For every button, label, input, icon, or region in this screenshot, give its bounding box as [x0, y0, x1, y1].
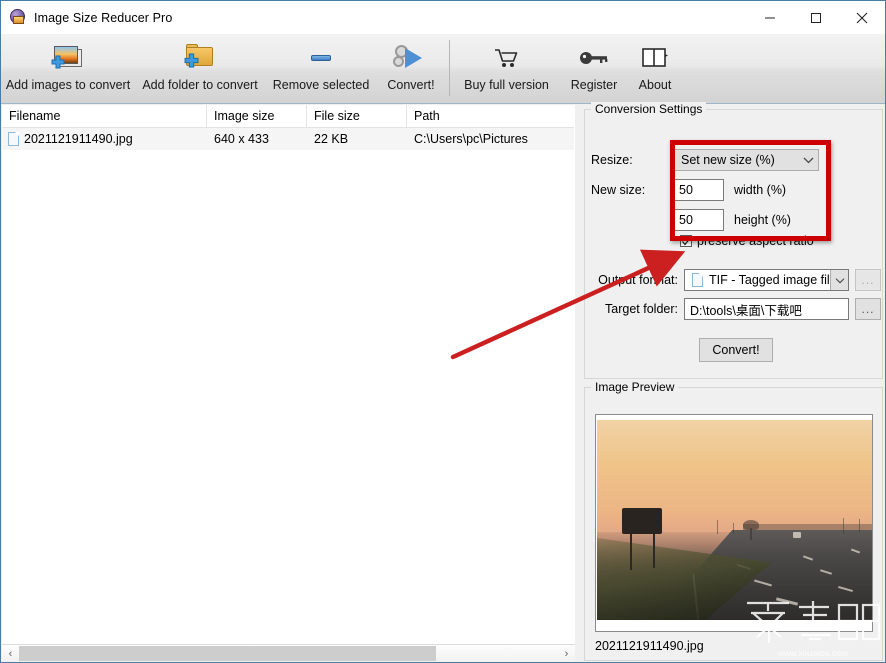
preserve-aspect-ratio-label: preserve aspect ratio: [697, 234, 814, 248]
main-toolbar: Add images to convert Add folder to conv…: [1, 34, 885, 104]
resize-mode-select[interactable]: Set new size (%): [673, 149, 819, 171]
window-controls: [747, 1, 885, 34]
width-input[interactable]: 50: [673, 179, 724, 201]
target-folder-value: D:\tools\桌面\下载吧: [690, 300, 802, 319]
file-document-icon: [692, 273, 703, 287]
scrollbar-thumb[interactable]: [19, 646, 436, 661]
target-folder-label: Target folder:: [585, 302, 678, 316]
preserve-aspect-ratio-checkbox[interactable]: preserve aspect ratio: [680, 234, 814, 248]
scroll-right-arrow-icon[interactable]: ›: [558, 645, 575, 662]
add-images-to-convert-button[interactable]: Add images to convert: [1, 34, 135, 102]
minimize-button[interactable]: [747, 1, 793, 34]
chevron-down-icon: [798, 150, 818, 170]
file-list-header: Filename Image size File size Path: [2, 105, 574, 128]
title-bar: Image Size Reducer Pro: [1, 1, 885, 34]
window-title: Image Size Reducer Pro: [34, 11, 172, 25]
about-button[interactable]: About: [629, 34, 681, 102]
conversion-settings-group: Conversion Settings Resize: Set new size…: [584, 109, 883, 379]
toolbar-label: Add images to convert: [6, 78, 130, 92]
checkbox-icon: [680, 235, 692, 247]
add-folder-icon: [181, 43, 219, 73]
file-list-body: 2021121911490.jpg 640 x 433 22 KB C:\Use…: [2, 128, 574, 638]
target-folder-browse-button[interactable]: ...: [855, 298, 881, 320]
image-preview-group: Image Preview: [584, 387, 883, 661]
preview-billboard: [622, 508, 662, 534]
conversion-settings-title: Conversion Settings: [591, 102, 706, 116]
cell-filename: 2021121911490.jpg: [2, 132, 207, 146]
convert-gears-icon: [392, 43, 430, 73]
cell-file-size: 22 KB: [307, 132, 407, 146]
output-format-browse-button[interactable]: ...: [855, 269, 881, 291]
remove-selected-icon: [302, 43, 340, 73]
toolbar-label: Add folder to convert: [142, 78, 257, 92]
close-button[interactable]: [839, 1, 885, 34]
cell-image-size: 640 x 433: [207, 132, 307, 146]
resize-mode-value: Set new size (%): [681, 153, 775, 167]
file-document-icon: [8, 132, 19, 146]
resize-row: Resize: Set new size (%): [585, 149, 884, 171]
scroll-left-arrow-icon[interactable]: ‹: [2, 645, 19, 662]
height-row: 50 height (%): [673, 209, 791, 231]
new-size-row: New size: 50 width (%): [585, 179, 884, 201]
app-icon: [9, 9, 27, 27]
output-format-label: Output format:: [585, 273, 678, 287]
target-folder-input[interactable]: D:\tools\桌面\下载吧: [684, 298, 849, 320]
add-folder-to-convert-button[interactable]: Add folder to convert: [135, 34, 265, 102]
toolbar-label: About: [639, 78, 672, 92]
height-unit-label: height (%): [734, 213, 791, 227]
register-button[interactable]: Register: [559, 34, 629, 102]
column-header-file-size[interactable]: File size: [307, 105, 407, 127]
chevron-down-icon[interactable]: [830, 270, 848, 290]
toolbar-label: Buy full version: [464, 78, 549, 92]
book-icon: [636, 43, 674, 73]
column-header-path[interactable]: Path: [407, 105, 574, 127]
maximize-button[interactable]: [793, 1, 839, 34]
height-input[interactable]: 50: [673, 209, 724, 231]
width-value: 50: [679, 183, 693, 197]
file-list-panel: Filename Image size File size Path 20211…: [2, 105, 575, 662]
toolbar-label: Convert!: [387, 78, 434, 92]
preview-image: [597, 420, 873, 620]
add-images-icon: [49, 43, 87, 73]
preview-filename: 2021121911490.jpg: [595, 639, 704, 653]
application-window: Image Size Reducer Pro: [0, 0, 886, 663]
horizontal-scrollbar[interactable]: ‹ ›: [2, 644, 575, 662]
toolbar-label: Register: [571, 78, 618, 92]
remove-selected-button[interactable]: Remove selected: [265, 34, 377, 102]
output-format-value: TIF - Tagged image file: [709, 273, 837, 287]
scrollbar-track[interactable]: [19, 645, 558, 662]
toolbar-separator: [449, 40, 450, 96]
column-header-filename[interactable]: Filename: [2, 105, 207, 127]
image-preview-title: Image Preview: [591, 380, 678, 394]
column-header-image-size[interactable]: Image size: [207, 105, 307, 127]
new-size-label: New size:: [585, 183, 673, 197]
table-row[interactable]: 2021121911490.jpg 640 x 433 22 KB C:\Use…: [2, 128, 574, 150]
toolbar-label: Remove selected: [273, 78, 370, 92]
height-value: 50: [679, 213, 693, 227]
width-unit-label: width (%): [734, 183, 786, 197]
resize-label: Resize:: [585, 153, 673, 167]
buy-full-version-button[interactable]: Buy full version: [454, 34, 559, 102]
convert-button[interactable]: Convert!: [699, 338, 773, 362]
shopping-cart-icon: [488, 43, 526, 73]
key-icon: [575, 43, 613, 73]
filename-text: 2021121911490.jpg: [24, 132, 133, 146]
preview-image-frame: [595, 414, 873, 632]
cell-path: C:\Users\pc\Pictures: [407, 132, 574, 146]
panel-splitter[interactable]: [576, 105, 582, 662]
output-format-row: Output format: TIF - Tagged image file .…: [585, 269, 884, 291]
output-format-select[interactable]: TIF - Tagged image file: [684, 269, 849, 291]
target-folder-row: Target folder: D:\tools\桌面\下载吧 ...: [585, 298, 884, 320]
convert-toolbar-button[interactable]: Convert!: [377, 34, 445, 102]
